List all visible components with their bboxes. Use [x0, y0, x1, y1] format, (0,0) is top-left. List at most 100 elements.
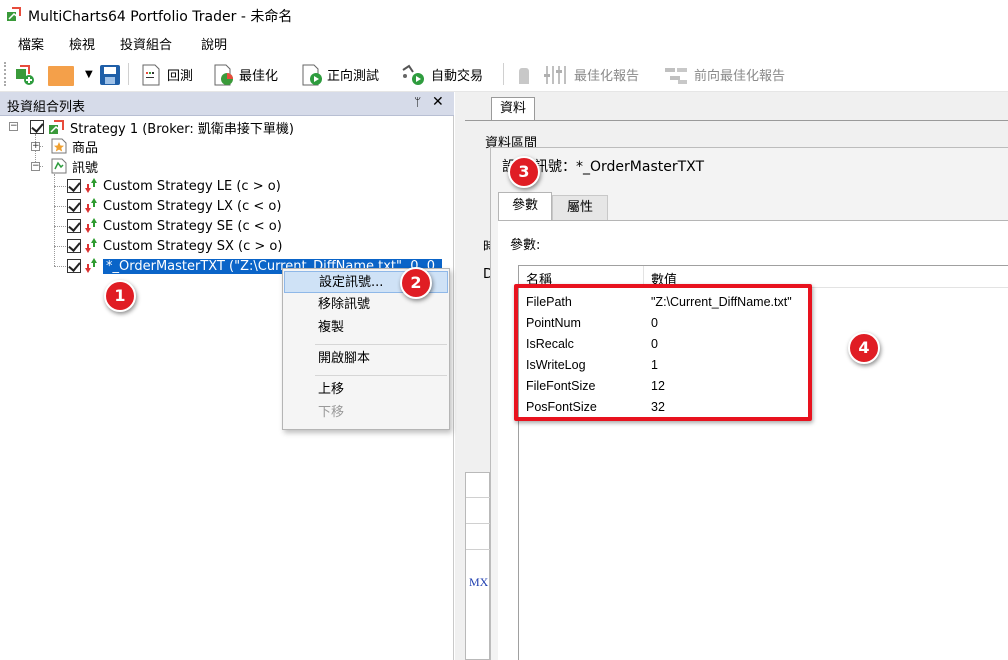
- signal-item[interactable]: Custom Strategy SX (c > o): [67, 236, 282, 256]
- menu-item-remove-signal[interactable]: 移除訊號: [284, 294, 448, 316]
- menu-view[interactable]: 檢視: [69, 34, 95, 53]
- panel-header: 投資組合列表 ᛘ ✕: [0, 92, 454, 116]
- equalizer-icon: [544, 64, 568, 84]
- tree-item-products[interactable]: 商品: [51, 136, 98, 156]
- forward-test-icon: [301, 64, 322, 86]
- step-badge: 3: [508, 156, 540, 188]
- strategy-icon: [48, 118, 66, 136]
- menu-item-copy[interactable]: 複製: [284, 317, 448, 339]
- signal-arrows-icon: [85, 178, 97, 194]
- products-icon: [51, 138, 67, 154]
- toolbar-separator: [128, 63, 129, 85]
- menu-separator: [315, 375, 447, 376]
- optimize-icon: [213, 64, 233, 86]
- checkbox-checked[interactable]: [67, 199, 81, 213]
- menu-bar: 檔案 檢視 投資組合 說明: [0, 30, 1008, 56]
- tree-line: [54, 246, 66, 247]
- auto-trade-button[interactable]: 自動交易: [401, 62, 483, 86]
- products-label: 商品: [72, 140, 99, 156]
- checkbox-checked[interactable]: [67, 239, 81, 253]
- signal-arrows-icon: [85, 238, 97, 254]
- tab-strip-line: [465, 120, 1008, 121]
- forward-test-button[interactable]: 正向測試: [301, 62, 379, 86]
- pin-icon[interactable]: ᛘ: [414, 95, 421, 109]
- backtest-icon: [141, 64, 161, 86]
- report-grid-icon: [664, 64, 688, 84]
- collapse-toggle[interactable]: −: [31, 162, 40, 171]
- signal-label: Custom Strategy SE (c < o): [103, 218, 282, 234]
- tab-params[interactable]: 參數: [498, 192, 552, 220]
- multicharts-app-icon: [6, 7, 22, 23]
- collapse-toggle[interactable]: −: [9, 122, 18, 131]
- panel-title: 投資組合列表: [7, 100, 86, 115]
- auto-trade-icon: [401, 64, 425, 85]
- signal-item[interactable]: Custom Strategy LX (c < o): [67, 196, 281, 216]
- backtest-button[interactable]: 回測: [141, 62, 193, 86]
- optimize-label: 最佳化: [239, 68, 279, 84]
- close-icon[interactable]: ✕: [432, 94, 444, 110]
- signal-label: Custom Strategy LX (c < o): [103, 198, 282, 214]
- optimize-button[interactable]: 最佳化: [213, 62, 278, 86]
- signal-label: Custom Strategy SX (c > o): [103, 238, 283, 254]
- optimize-report-button: 最佳化報告: [544, 62, 639, 86]
- tab-data[interactable]: 資料: [491, 97, 535, 121]
- step-badge: 4: [848, 332, 880, 364]
- title-bar: MultiCharts64 Portfolio Trader - 未命名: [0, 0, 1008, 30]
- menu-file[interactable]: 檔案: [18, 34, 44, 53]
- step-badge: 2: [400, 267, 432, 299]
- chevron-down-icon[interactable]: ▼: [85, 69, 93, 80]
- params-label: 參數:: [510, 238, 541, 253]
- tree-line: [54, 206, 66, 207]
- strategy-label: Strategy 1 (Broker: 凱衛串接下單機): [70, 121, 295, 137]
- auto-trade-label: 自動交易: [431, 68, 484, 84]
- params-highlight-box: [514, 284, 812, 421]
- signals-icon: [51, 158, 67, 174]
- save-icon: [99, 64, 120, 85]
- partial-text: MX: [469, 575, 489, 589]
- window-title: MultiCharts64 Portfolio Trader - 未命名: [28, 9, 293, 25]
- backtest-label: 回測: [167, 68, 194, 84]
- optimize-report-label: 最佳化報告: [574, 68, 640, 84]
- signal-arrows-icon: [85, 258, 97, 274]
- stop-button: [514, 62, 540, 86]
- tree-line: [54, 226, 66, 227]
- menu-help[interactable]: 說明: [201, 34, 227, 53]
- checkbox-checked[interactable]: [67, 179, 81, 193]
- menu-portfolio[interactable]: 投資組合: [120, 34, 172, 53]
- tree-item-strategy[interactable]: Strategy 1 (Broker: 凱衛串接下單機): [30, 117, 294, 137]
- menu-item-move-up[interactable]: 上移: [284, 379, 448, 401]
- dialog-title-text: 訊號：*_OrderMasterTXT: [534, 159, 705, 175]
- toolbar-separator: [503, 63, 504, 85]
- signals-label: 訊號: [72, 160, 99, 176]
- menu-item-move-down: 下移: [318, 405, 345, 420]
- tree-line: [54, 266, 66, 267]
- forward-optimize-report-button: 前向最佳化報告: [664, 62, 785, 86]
- checkbox-checked[interactable]: [67, 219, 81, 233]
- signal-item[interactable]: Custom Strategy SE (c < o): [67, 216, 282, 236]
- new-portfolio-button[interactable]: [14, 62, 40, 86]
- signal-arrows-icon: [85, 198, 97, 214]
- checkbox-checked[interactable]: [67, 259, 81, 273]
- menu-item-open-script[interactable]: 開啟腳本: [284, 348, 448, 370]
- forward-test-label: 正向測試: [327, 68, 380, 84]
- save-button[interactable]: [99, 62, 125, 86]
- step-badge: 1: [104, 280, 136, 312]
- stop-hand-icon: [514, 64, 534, 84]
- tree-item-signals[interactable]: 訊號: [51, 156, 98, 176]
- signal-item[interactable]: Custom Strategy LE (c > o): [67, 176, 281, 196]
- tab-properties[interactable]: 屬性: [552, 195, 608, 220]
- signal-arrows-icon: [85, 218, 97, 234]
- signal-label: Custom Strategy LE (c > o): [103, 178, 281, 194]
- menu-separator: [315, 344, 447, 345]
- folder-icon: [47, 64, 75, 86]
- expand-toggle[interactable]: +: [31, 142, 40, 151]
- open-folder-button[interactable]: ▼: [47, 62, 93, 86]
- toolbar-grip[interactable]: [4, 62, 7, 86]
- partial-grid: MX: [465, 472, 490, 660]
- tree-line: [54, 186, 66, 187]
- forward-optimize-report-label: 前向最佳化報告: [694, 68, 786, 84]
- new-portfolio-icon: [14, 64, 34, 85]
- checkbox-checked[interactable]: [30, 120, 44, 134]
- tree-line: [54, 174, 55, 266]
- toolbar: ▼ 回測 最佳化 正向測試 自動交易 最佳化報告 前向最佳化報告: [0, 56, 1008, 92]
